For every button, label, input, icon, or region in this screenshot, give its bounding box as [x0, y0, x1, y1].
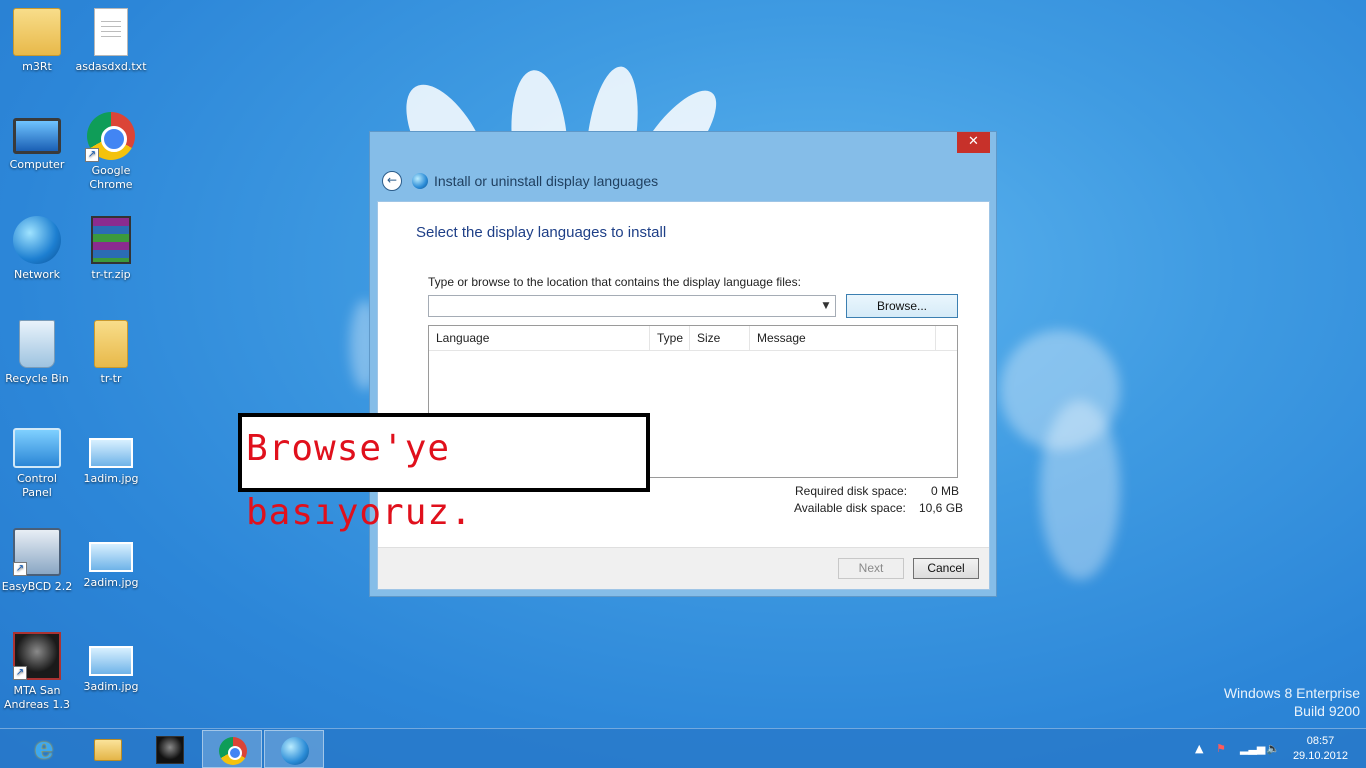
- taskbar-internet-explorer[interactable]: e: [14, 730, 74, 768]
- volume-icon[interactable]: 🔈: [1266, 729, 1280, 768]
- computer-icon: [13, 118, 61, 154]
- desktop-icon-m3rt[interactable]: m3Rt: [1, 8, 73, 74]
- language-globe-icon: [412, 173, 428, 189]
- recycle-bin-icon: [19, 320, 55, 368]
- column-size[interactable]: Size: [690, 326, 750, 351]
- desktop-icon-asdasdxd-txt[interactable]: asdasdxd.txt: [75, 8, 147, 74]
- desktop-icon-control-panel[interactable]: Control Panel: [1, 428, 73, 500]
- available-disk-label: Available disk space:: [794, 501, 906, 515]
- desktop-icon-3adim-jpg[interactable]: 3adim.jpg: [75, 636, 147, 694]
- internet-explorer-icon: e: [34, 731, 54, 766]
- desktop-icon-google-chrome[interactable]: ↗ Google Chrome: [75, 112, 147, 192]
- control-panel-icon: [13, 428, 61, 468]
- action-center-flag-icon[interactable]: ⚑: [1216, 729, 1226, 768]
- desktop-icon-computer[interactable]: Computer: [1, 112, 73, 172]
- text-file-icon: [94, 8, 128, 56]
- available-disk-value: 10,6 GB: [919, 501, 964, 515]
- tutorial-annotation: Browse'ye basıyoruz.: [238, 413, 650, 533]
- shortcut-arrow-icon: ↗: [13, 666, 27, 680]
- desktop-icon-2adim-jpg[interactable]: 2adim.jpg: [75, 532, 147, 590]
- back-arrow-icon[interactable]: ←: [382, 171, 402, 191]
- desktop-icon-mta-san-andreas[interactable]: ↗ MTA San Andreas 1.3: [1, 632, 73, 712]
- required-disk-value: 0 MB: [931, 484, 960, 498]
- path-combobox[interactable]: ▼: [428, 295, 836, 317]
- language-globe-icon: [281, 737, 309, 765]
- required-disk-label: Required disk space:: [795, 484, 908, 498]
- column-message[interactable]: Message: [750, 326, 936, 351]
- image-file-icon: [89, 646, 133, 676]
- taskbar-file-explorer[interactable]: [78, 730, 138, 768]
- archive-icon: [91, 216, 131, 264]
- page-heading: Select the display languages to install: [416, 224, 667, 241]
- taskbar-language-installer[interactable]: [264, 730, 324, 768]
- mta-san-andreas-icon: [156, 736, 184, 764]
- dialog-title: Install or uninstall display languages: [434, 173, 659, 189]
- desktop-icon-easybcd[interactable]: ↗ EasyBCD 2.2: [1, 528, 73, 594]
- column-type[interactable]: Type: [650, 326, 690, 351]
- desktop-icon-network[interactable]: Network: [1, 216, 73, 282]
- browse-button[interactable]: Browse...: [846, 294, 958, 318]
- clock-date: 29.10.2012: [1292, 750, 1348, 762]
- windows-watermark: Windows 8 Enterprise Build 9200: [1224, 684, 1360, 720]
- chrome-icon: ↗: [85, 112, 135, 162]
- desktop-icon-recycle-bin[interactable]: Recycle Bin: [1, 320, 73, 386]
- shortcut-arrow-icon: ↗: [13, 562, 27, 576]
- folder-icon: [94, 320, 128, 368]
- image-file-icon: [89, 438, 133, 468]
- clock-time: 08:57: [1306, 735, 1335, 747]
- chrome-icon: [219, 737, 247, 765]
- image-file-icon: [89, 542, 133, 572]
- easybcd-icon: ↗: [13, 528, 61, 576]
- dialog-footer: Next Cancel: [378, 547, 989, 589]
- network-icon: [13, 216, 61, 264]
- language-list-header: Language Type Size Message: [429, 326, 957, 351]
- show-hidden-icons-chevron-icon[interactable]: ▲: [1195, 729, 1203, 768]
- column-language[interactable]: Language: [429, 326, 650, 351]
- file-explorer-icon: [94, 739, 122, 761]
- path-label: Type or browse to the location that cont…: [428, 275, 801, 289]
- user-folder-icon: [13, 8, 61, 56]
- taskbar-mta-san-andreas[interactable]: [140, 730, 200, 768]
- taskbar-clock[interactable]: 08:57 29.10.2012: [1293, 734, 1348, 764]
- chevron-down-icon[interactable]: ▼: [819, 298, 833, 314]
- cancel-button[interactable]: Cancel: [913, 558, 979, 579]
- mta-san-andreas-icon: ↗: [13, 632, 61, 680]
- desktop-icon-tr-tr-zip[interactable]: tr-tr.zip: [75, 216, 147, 282]
- next-button[interactable]: Next: [838, 558, 904, 579]
- desktop-icon-1adim-jpg[interactable]: 1adim.jpg: [75, 428, 147, 486]
- dialog-title-bar: ← Install or uninstall display languages: [382, 170, 658, 192]
- desktop-icon-tr-tr-folder[interactable]: tr-tr: [75, 320, 147, 386]
- watermark-edition: Windows 8 Enterprise: [1223, 685, 1360, 701]
- network-signal-icon[interactable]: ▂▃▅: [1240, 729, 1265, 768]
- shortcut-arrow-icon: ↗: [85, 148, 99, 162]
- taskbar-google-chrome[interactable]: [202, 730, 262, 768]
- close-button[interactable]: ✕: [957, 132, 990, 153]
- watermark-build: Build 9200: [1293, 703, 1360, 719]
- taskbar: e ▲ ⚑ ▂▃▅ 🔈 08:57 29.10.2012: [0, 728, 1366, 768]
